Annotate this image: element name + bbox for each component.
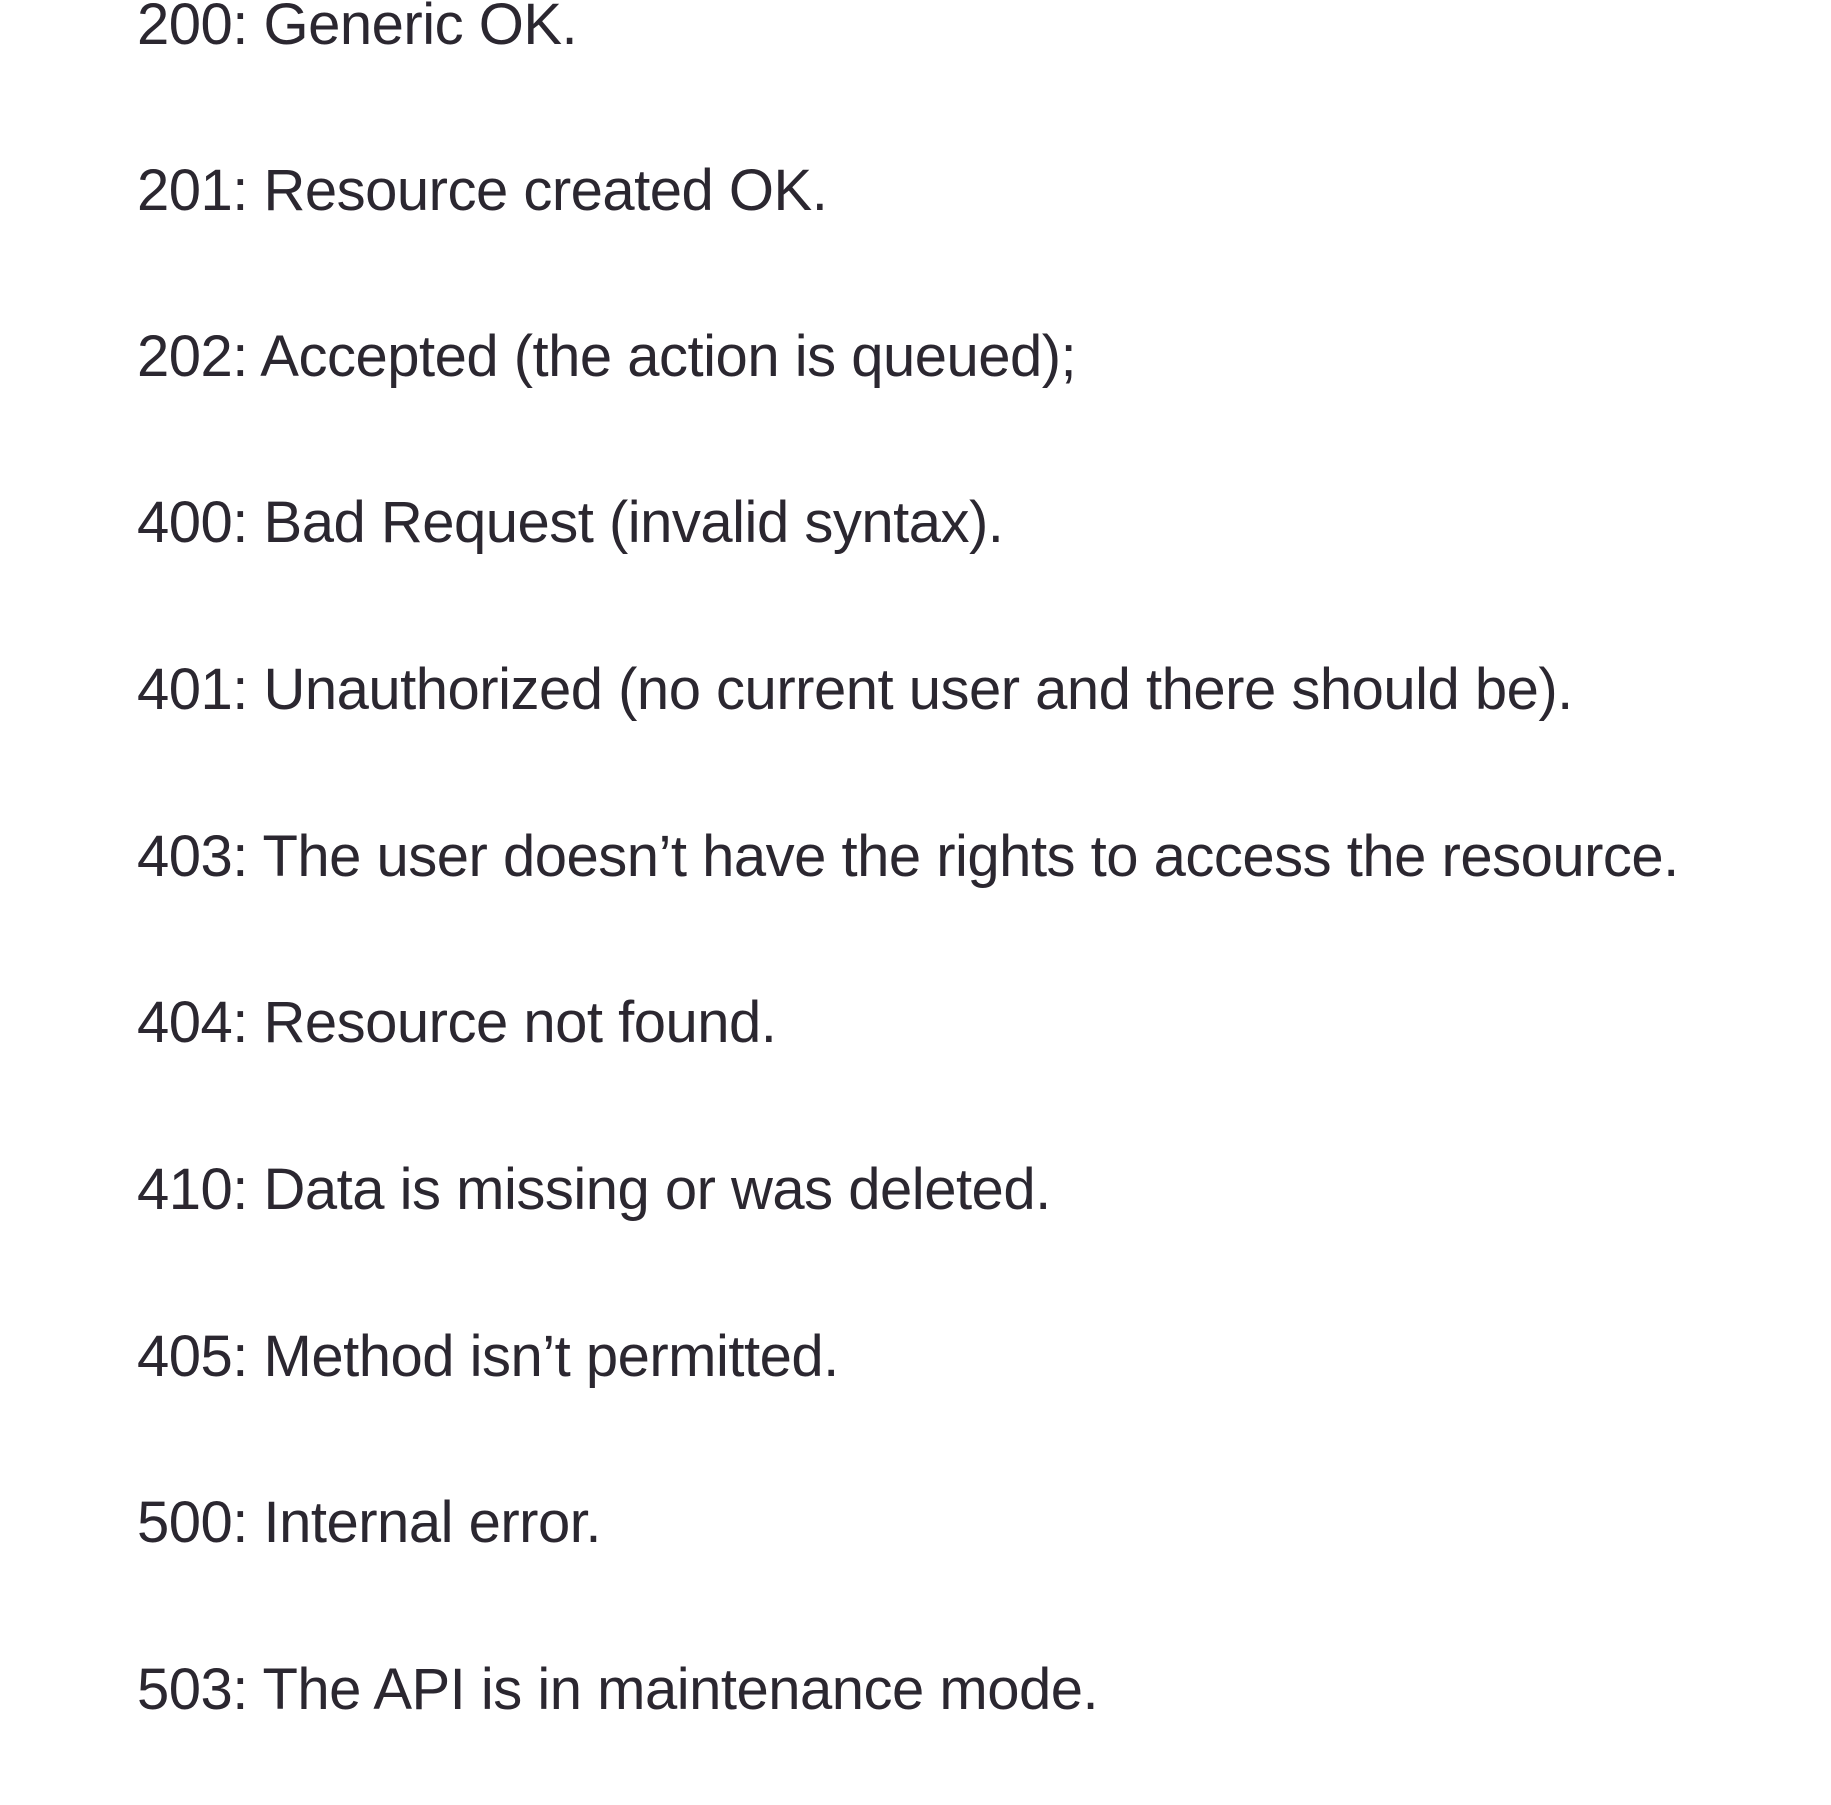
status-code-item-200: 200: Generic OK. — [137, 0, 578, 57]
status-code: 404: — [137, 990, 248, 1055]
status-description: Data is missing or was deleted. — [247, 1157, 1052, 1222]
status-description: Internal error. — [247, 1490, 602, 1555]
status-code: 410: — [137, 1157, 248, 1222]
status-description: Resource not found. — [247, 990, 777, 1055]
status-description: Bad Request (invalid syntax). — [247, 490, 1004, 555]
status-code-item-503: 503: The API is in maintenance mode. — [137, 1661, 1099, 1719]
status-description: Resource created OK. — [247, 158, 828, 223]
status-code-item-401: 401: Unauthorized (no current user and t… — [137, 661, 1573, 719]
status-code: 403: — [137, 824, 248, 889]
status-description: Unauthorized (no current user and there … — [247, 657, 1574, 722]
status-code: 503: — [137, 1657, 248, 1722]
status-code-item-500: 500: Internal error. — [137, 1494, 601, 1552]
status-code: 200: — [137, 0, 248, 57]
status-code: 405: — [137, 1324, 248, 1389]
status-description: The user doesn’t have the rights to acce… — [247, 824, 1679, 889]
status-description: Accepted (the action is queued); — [247, 324, 1077, 389]
status-code-item-405: 405: Method isn’t permitted. — [137, 1328, 839, 1386]
status-code-item-403: 403: The user doesn’t have the rights to… — [137, 828, 1679, 886]
status-code: 500: — [137, 1490, 248, 1555]
status-code: 401: — [137, 657, 248, 722]
status-code: 400: — [137, 490, 248, 555]
status-code-item-202: 202: Accepted (the action is queued); — [137, 328, 1077, 386]
status-description: Method isn’t permitted. — [247, 1324, 840, 1389]
status-code-item-410: 410: Data is missing or was deleted. — [137, 1161, 1051, 1219]
status-code-item-400: 400: Bad Request (invalid syntax). — [137, 494, 1004, 552]
status-code: 202: — [137, 324, 248, 389]
status-description: The API is in maintenance mode. — [247, 1657, 1099, 1722]
status-code: 201: — [137, 158, 248, 223]
status-code-item-404: 404: Resource not found. — [137, 994, 777, 1052]
status-description: Generic OK. — [247, 0, 578, 57]
status-code-item-201: 201: Resource created OK. — [137, 162, 828, 220]
